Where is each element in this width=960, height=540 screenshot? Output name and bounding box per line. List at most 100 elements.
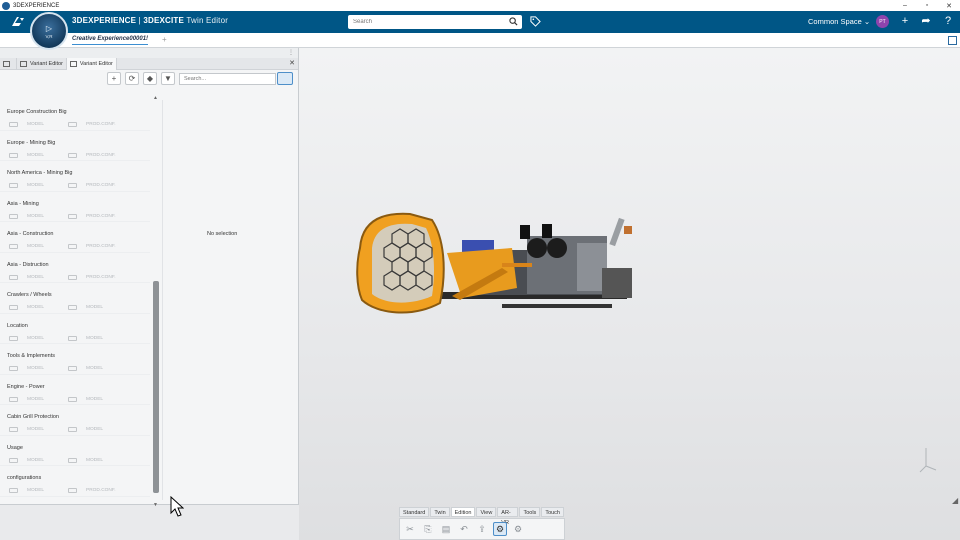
tab-twin[interactable]: Twin [430, 507, 450, 517]
model-icon [9, 335, 18, 341]
search-icon[interactable] [509, 17, 518, 26]
list-item[interactable]: Asia - Distruction MODEL PROD.CONF. [0, 253, 150, 283]
model-chip[interactable]: MODEL [9, 305, 44, 310]
tab-touch[interactable]: Touch [541, 507, 564, 517]
cut-icon[interactable]: ✂ [403, 522, 417, 536]
add-button[interactable]: + [898, 14, 912, 28]
tab-ar-vr[interactable]: AR-VR [497, 507, 519, 526]
list-item[interactable]: Crawlers / Wheels MODEL MODEL [0, 283, 150, 314]
panel-tab-collapse[interactable] [0, 57, 17, 70]
model-chip[interactable]: MODEL [68, 457, 104, 463]
tab-variant-editor-1[interactable]: Variant Editor [17, 57, 67, 70]
model-chip[interactable]: MODEL [9, 213, 44, 219]
tab-tools[interactable]: Tools [519, 507, 541, 517]
model-chip[interactable]: MODEL [68, 396, 103, 402]
tag-icon[interactable] [530, 16, 541, 27]
help-icon[interactable]: ? [941, 14, 955, 28]
chip-label: PROD.CONF. [86, 488, 116, 493]
panel-search-input[interactable] [179, 72, 276, 85]
space-selector[interactable]: Common Space ⌄ [808, 17, 870, 26]
copy-icon[interactable]: ⎘ [421, 522, 435, 536]
model-chip[interactable]: MODEL [9, 427, 44, 432]
prod-conf-chip[interactable]: PROD.CONF. [68, 122, 116, 127]
tab-creative-experience[interactable]: Creative Experience00001! [72, 36, 149, 45]
list-item[interactable]: Location MODEL MODEL [0, 314, 150, 344]
list-item[interactable]: Tools & Implements MODEL MODEL [0, 344, 150, 375]
tab-view[interactable]: View [476, 507, 497, 517]
list-item[interactable]: North America - Mining Big MODEL PROD.CONF… [0, 161, 150, 192]
model-chip[interactable]: MODEL [68, 305, 103, 310]
settings-icon[interactable]: ⚙ [511, 522, 525, 536]
global-search[interactable] [348, 15, 522, 29]
list-item[interactable]: Cabin Grill Protection MODEL MODEL [0, 405, 150, 436]
edit-mode-icon[interactable]: ⚙ [493, 522, 507, 536]
model-chip[interactable]: MODEL [9, 335, 45, 341]
filter-icon[interactable]: ▼ [161, 72, 175, 85]
model-chip[interactable]: MODEL [9, 152, 44, 158]
undo-icon[interactable]: ↶ [457, 522, 471, 536]
maximize-button[interactable]: ▫ [916, 2, 938, 10]
app-icon [2, 1, 10, 10]
variant-label: Europe - Mining Big [7, 139, 56, 146]
model-chip[interactable]: MODEL [9, 122, 44, 127]
minimize-button[interactable]: – [894, 2, 916, 10]
tab-variant-editor-2[interactable]: Variant Editor [66, 57, 117, 70]
search-input[interactable] [353, 16, 503, 28]
avatar[interactable]: PT [876, 15, 889, 28]
variant-label: Asia - Distruction [7, 261, 49, 268]
model-icon [9, 396, 18, 402]
resize-corner-icon[interactable]: ◢ [952, 496, 958, 505]
close-window-button[interactable]: ✕ [938, 2, 960, 10]
prod-conf-chip[interactable]: PROD.CONF. [68, 183, 116, 188]
scroll-up-icon[interactable]: ▲ [153, 95, 158, 101]
model-chip[interactable]: MODEL [68, 366, 103, 371]
prod-conf-chip[interactable]: PROD.CONF. [68, 244, 116, 249]
list-item[interactable]: Asia - Mining MODEL PROD.CONF. [0, 192, 150, 222]
list-item[interactable]: Usage MODEL MODEL [0, 436, 150, 466]
refresh-icon[interactable]: ⟳ [125, 72, 139, 85]
chip-label: MODEL [27, 335, 45, 341]
fullscreen-icon[interactable] [948, 36, 957, 45]
chip-label: MODEL [86, 457, 104, 463]
model-chip[interactable]: MODEL [68, 427, 103, 432]
model-chip[interactable]: MODEL [9, 274, 44, 280]
model-chip[interactable]: MODEL [68, 335, 103, 341]
model-icon [9, 213, 18, 219]
list-item[interactable]: Asia - Construction MODEL PROD.CONF. [0, 222, 150, 253]
grip-icon[interactable]: ⋮ [288, 49, 294, 56]
chip-label: MODEL [27, 427, 45, 432]
paste-icon[interactable]: ▤ [439, 522, 453, 536]
export-icon[interactable]: ⇪ [475, 522, 489, 536]
model-chip[interactable]: MODEL [9, 488, 44, 493]
list-item[interactable]: Europe - Mining Big MODEL PROD.CONF. [0, 131, 150, 161]
list-item[interactable]: configurations MODEL PROD.CONF. [0, 466, 150, 497]
prod-conf-chip[interactable]: PROD.CONF. [68, 152, 116, 158]
chip-label: PROD.CONF. [86, 152, 116, 158]
scroll-down-icon[interactable]: ▼ [153, 502, 158, 508]
prod-conf-chip[interactable]: PROD.CONF. [68, 488, 116, 493]
axis-triad-icon [919, 448, 937, 473]
tab-standard[interactable]: Standard [399, 507, 430, 517]
model-chip[interactable]: MODEL [9, 244, 44, 249]
eraser-icon[interactable]: ◆ [143, 72, 157, 85]
prod-conf-chip[interactable]: PROD.CONF. [68, 274, 116, 280]
add-icon[interactable]: + [107, 72, 121, 85]
list-view-icon[interactable] [277, 72, 293, 85]
model-chip[interactable]: MODEL [9, 183, 44, 188]
scrollbar-thumb[interactable] [153, 281, 159, 493]
drilling-machine-model[interactable] [352, 208, 642, 323]
close-icon[interactable]: ✕ [289, 59, 295, 67]
share-icon[interactable]: ➦ [919, 14, 933, 28]
new-tab-button[interactable]: + [162, 35, 167, 44]
tab-edition[interactable]: Edition [450, 507, 476, 517]
panel-scrollbar[interactable]: ▲ ▼ [152, 95, 160, 508]
model-icon [68, 335, 77, 341]
mouse-cursor-icon [170, 496, 184, 517]
model-chip[interactable]: MODEL [9, 366, 44, 371]
model-chip[interactable]: MODEL [9, 457, 44, 463]
prod-conf-chip[interactable]: PROD.CONF. [68, 213, 116, 219]
model-chip[interactable]: MODEL [9, 396, 44, 402]
list-item[interactable]: Europe Construction Big MODEL PROD.CONF. [0, 100, 150, 131]
compass-widget[interactable]: ▷ V,R [30, 12, 68, 50]
list-item[interactable]: Engine - Power MODEL MODEL [0, 375, 150, 405]
